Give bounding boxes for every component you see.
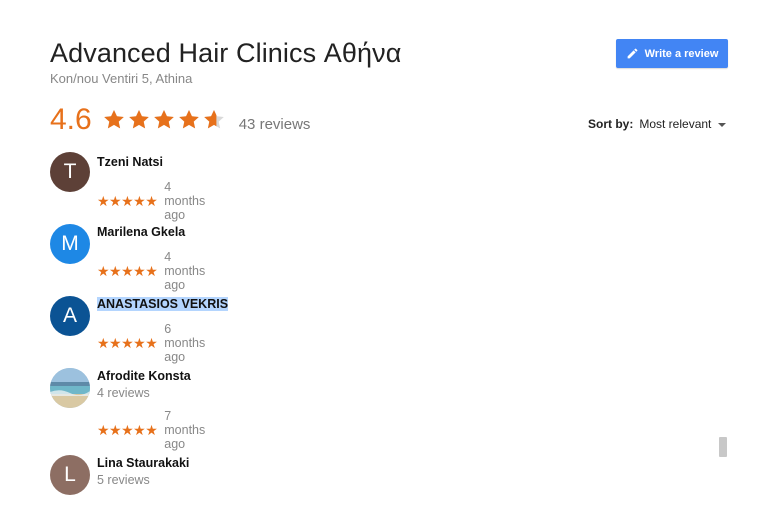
avatar[interactable]: L <box>50 455 90 495</box>
review-time: 7 months ago <box>164 409 206 451</box>
review-time: 4 months ago <box>164 250 206 292</box>
review-stars: ★★★★★ <box>97 263 158 279</box>
write-review-label: Write a review <box>644 47 719 60</box>
chevron-down-icon <box>718 123 727 127</box>
star-icon <box>103 110 124 129</box>
reviewer-review-count: 4 reviews <box>97 386 150 400</box>
reviewer-name[interactable]: Lina Staurakaki <box>97 456 189 470</box>
star-icon <box>128 110 149 129</box>
review-time: 6 months ago <box>164 322 206 364</box>
review-list[interactable]: T Tzeni Natsi ★★★★★ 4 months ago M Maril… <box>0 150 776 532</box>
beach-photo-icon <box>50 368 90 408</box>
rating-summary: 4.6 43 reviews <box>50 100 310 140</box>
star-icon <box>203 110 224 129</box>
reviewer-name[interactable]: Tzeni Natsi <box>97 155 163 169</box>
sort-label: Sort by: <box>588 117 634 131</box>
reviewer-review-count: 5 reviews <box>97 473 150 487</box>
avatar[interactable]: A <box>50 296 90 336</box>
pencil-icon <box>627 48 637 59</box>
reviewer-name[interactable]: Afrodite Konsta <box>97 369 191 383</box>
sort-dropdown[interactable]: Sort by: Most relevant <box>588 117 727 131</box>
reviewer-name[interactable]: ANASTASIOS VEKRIS <box>97 297 229 311</box>
star-icon <box>153 110 174 129</box>
review-time: 4 months ago <box>164 180 206 222</box>
avatar[interactable]: M <box>50 224 90 264</box>
review-stars: ★★★★★ <box>97 335 158 351</box>
star-icon <box>178 110 199 129</box>
place-address: Kon/nou Ventiri 5, Athina <box>50 71 193 86</box>
write-review-button[interactable]: Write a review <box>616 39 728 68</box>
avatar-initial: T <box>63 160 77 183</box>
rating-score: 4.6 <box>50 103 92 136</box>
reviewer-name[interactable]: Marilena Gkela <box>97 225 185 239</box>
avatar-initial: L <box>64 463 76 486</box>
scrollbar-thumb[interactable] <box>719 437 727 457</box>
rating-stars <box>102 108 227 132</box>
avatar-initial: A <box>62 304 77 327</box>
avatar-initial: M <box>61 232 79 255</box>
sort-value: Most relevant <box>639 117 712 131</box>
review-stars: ★★★★★ <box>97 193 158 209</box>
review-count-link[interactable]: 43 reviews <box>239 116 311 133</box>
avatar[interactable] <box>50 368 90 408</box>
review-stars: ★★★★★ <box>97 422 158 438</box>
avatar[interactable]: T <box>50 152 90 192</box>
